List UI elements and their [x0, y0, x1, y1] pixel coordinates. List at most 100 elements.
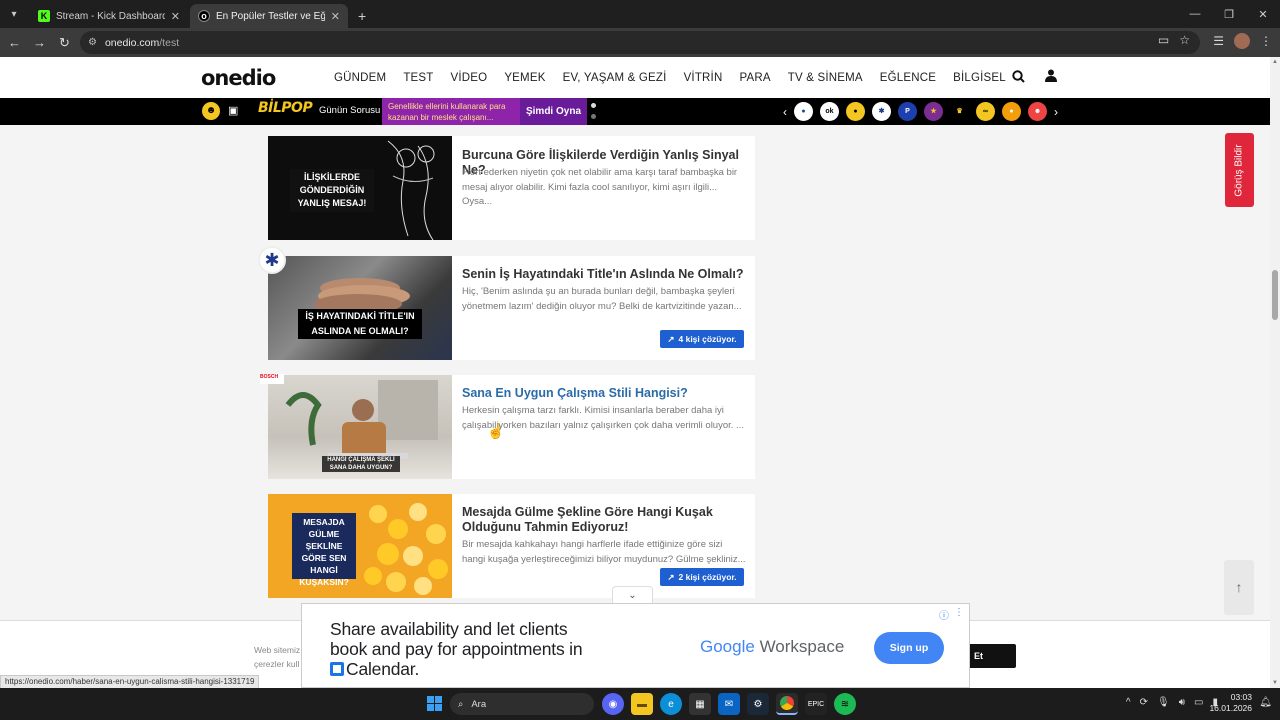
address-bar-row: ← → ↻ ⚙ onedio.com/test ▭ ☆ ☰ ⋮ [0, 28, 1280, 57]
tray-chevron-icon[interactable]: ^ [1126, 697, 1131, 708]
nav-ev-yasam-gezi[interactable]: EV, YAŞAM & GEZİ [563, 72, 667, 84]
reload-icon[interactable]: ↻ [52, 30, 77, 55]
gamepad-icon[interactable]: ▣ [228, 104, 238, 117]
brand-logo[interactable]: ★ [924, 102, 943, 121]
cast-icon[interactable]: ▭ [1158, 33, 1169, 47]
microphone-icon[interactable]: 🎙︎ [1157, 697, 1170, 708]
volume-icon[interactable]: 🔊︎ [1179, 697, 1185, 708]
nav-para[interactable]: PARA [739, 72, 770, 84]
close-tab-icon[interactable]: ✕ [331, 10, 340, 23]
epic-games-icon[interactable]: EPIC [805, 693, 827, 715]
user-icon[interactable] [1045, 69, 1057, 85]
store-icon[interactable]: ▦ [689, 693, 711, 715]
restore-icon[interactable]: ❐ [1212, 0, 1246, 28]
ad-signup-button[interactable]: Sign up [874, 632, 944, 664]
network-icon[interactable]: ▭ [1194, 697, 1203, 708]
card-thumbnail[interactable]: HANGİ ÇALIŞMA ŞEKLİ SANA DAHA UYGUN? [268, 375, 452, 479]
solving-count-badge[interactable]: ↗ 2 kişi çözüyor. [660, 568, 744, 586]
spotify-icon[interactable]: ≋ [834, 693, 856, 715]
nav-tv-sinema[interactable]: TV & SİNEMA [788, 72, 863, 84]
card-thumbnail[interactable]: İŞ HAYATINDAKİ TİTLE'IN ASLINDA NE OLMAL… [268, 256, 452, 360]
brand-logo[interactable]: ● [794, 102, 813, 121]
smiley-icon[interactable]: ☻ [202, 102, 220, 120]
play-now-button[interactable]: Şimdi Oyna [520, 98, 587, 125]
brand-avatar[interactable]: ✱ [258, 246, 286, 274]
nav-bilgisel[interactable]: BİLGİSEL [953, 72, 1006, 84]
bookmark-star-icon[interactable]: ☆ [1179, 33, 1190, 47]
card-title[interactable]: Sana En Uygun Çalışma Stili Hangisi? [462, 386, 747, 401]
url-input[interactable]: ⚙ onedio.com/test [80, 31, 1200, 54]
chevron-left-icon[interactable]: ‹ [783, 105, 787, 119]
brand-logo[interactable]: ∞ [976, 102, 995, 121]
daily-question-text[interactable]: Genellikle ellerini kullanarak para kaza… [382, 98, 522, 125]
scroll-down-icon[interactable]: ▼ [1272, 680, 1278, 686]
tab-search-icon[interactable]: ▾ [0, 0, 28, 28]
solving-count-badge[interactable]: ↗ 4 kişi çözüyor. [660, 330, 744, 348]
brand-logo[interactable]: P [898, 102, 917, 121]
ad-info-icon[interactable]: ⓘ [939, 607, 949, 622]
close-tab-icon[interactable]: ✕ [171, 10, 180, 23]
list-item[interactable]: İLİŞKİLERDE GÖNDERDİĞİN YANLIŞ MESAJ! Bu… [268, 136, 755, 240]
nav-eglence[interactable]: EĞLENCE [880, 72, 936, 84]
taskbar-search[interactable]: ⌕ Ara [450, 693, 594, 715]
scroll-to-top-button[interactable]: ↑ [1224, 560, 1254, 615]
nav-yemek[interactable]: YEMEK [504, 72, 545, 84]
card-thumbnail[interactable]: İLİŞKİLERDE GÖNDERDİĞİN YANLIŞ MESAJ! [268, 136, 452, 240]
taskbar-clock[interactable]: 03:03 16.01.2026 [1209, 692, 1252, 714]
close-window-icon[interactable]: ✕ [1246, 0, 1280, 28]
brand-logo[interactable]: ok [820, 102, 839, 121]
brand-logo[interactable]: ✱ [872, 102, 891, 121]
taskbar-apps: ◉ ▬ e ▦ ✉ ⚙ EPIC ≋ [602, 693, 856, 715]
windows-start-icon[interactable] [427, 696, 442, 711]
sponsor-badge[interactable]: BOSCH [260, 374, 284, 384]
carousel-dots[interactable] [591, 103, 596, 125]
card-thumbnail[interactable]: MESAJDA GÜLME ŞEKLİNE GÖRE SEN HANGİ KUŞ… [268, 494, 452, 598]
brand-logo[interactable]: ● [846, 102, 865, 121]
ad-collapse-button[interactable]: ⌄ [612, 586, 653, 604]
chevron-right-icon[interactable]: › [1054, 105, 1058, 119]
forward-icon[interactable]: → [27, 30, 52, 55]
list-item[interactable]: HANGİ ÇALIŞMA ŞEKLİ SANA DAHA UYGUN? San… [268, 375, 755, 479]
profile-avatar[interactable] [1234, 33, 1250, 49]
discord-icon[interactable]: ◉ [602, 693, 624, 715]
reading-list-icon[interactable]: ☰ [1213, 34, 1224, 48]
scroll-up-icon[interactable]: ▲ [1272, 59, 1278, 65]
tab-onedio[interactable]: o En Popüler Testler ve Eğlenceli Te ✕ [190, 4, 348, 28]
brand-logo[interactable]: ☻ [1028, 102, 1047, 121]
brand-logo[interactable]: ♛ [950, 102, 969, 121]
search-icon[interactable] [1012, 70, 1025, 86]
nav-test[interactable]: TEST [403, 72, 433, 84]
back-icon[interactable]: ← [2, 30, 27, 55]
list-item[interactable]: MESAJDA GÜLME ŞEKLİNE GÖRE SEN HANGİ KUŞ… [268, 494, 755, 598]
scrollbar-thumb[interactable] [1272, 270, 1278, 320]
nav-vitrin[interactable]: VİTRİN [684, 72, 723, 84]
main-nav: GÜNDEM TEST VİDEO YEMEK EV, YAŞAM & GEZİ… [334, 57, 1023, 98]
feedback-button[interactable]: Görüş Bildir [1225, 133, 1254, 207]
chrome-icon[interactable] [776, 693, 798, 715]
ad-menu-icon[interactable]: ⋮ [954, 607, 964, 618]
new-tab-button[interactable]: + [358, 4, 366, 28]
tab-kick-dashboard[interactable]: K Stream - Kick Dashboard ✕ [30, 4, 188, 28]
onedio-logo[interactable]: onedio [201, 66, 276, 90]
bilpop-logo[interactable]: BİLPOP [258, 100, 313, 116]
card-title[interactable]: Mesajda Gülme Şekline Göre Hangi Kuşak O… [462, 505, 747, 535]
notification-bell-icon[interactable]: 🔔︎ [1259, 697, 1272, 708]
thumb-caption: HANGİ ÇALIŞMA ŞEKLİ SANA DAHA UYGUN? [322, 456, 400, 472]
mail-icon[interactable]: ✉ [718, 693, 740, 715]
google-workspace-ad[interactable]: Share availability and let clients book … [301, 603, 970, 688]
nav-video[interactable]: VİDEO [451, 72, 488, 84]
sync-icon[interactable]: ⟳ [1140, 697, 1148, 708]
minimize-icon[interactable]: — [1178, 0, 1212, 28]
daily-question-label: Günün Sorusu [319, 105, 381, 116]
list-item[interactable]: İŞ HAYATINDAKİ TİTLE'IN ASLINDA NE OLMAL… [268, 256, 755, 360]
nav-gundem[interactable]: GÜNDEM [334, 72, 386, 84]
page-scrollbar[interactable]: ▲ ▼ [1270, 57, 1280, 688]
steam-icon[interactable]: ⚙ [747, 693, 769, 715]
card-title[interactable]: Senin İş Hayatındaki Title'ın Aslında Ne… [462, 267, 747, 282]
file-explorer-icon[interactable]: ▬ [631, 693, 653, 715]
site-info-icon[interactable]: ⚙ [88, 37, 97, 48]
cookie-accept-button[interactable]: Et [965, 644, 1016, 668]
menu-kebab-icon[interactable]: ⋮ [1260, 34, 1272, 48]
brand-logo[interactable]: ● [1002, 102, 1021, 121]
edge-icon[interactable]: e [660, 693, 682, 715]
